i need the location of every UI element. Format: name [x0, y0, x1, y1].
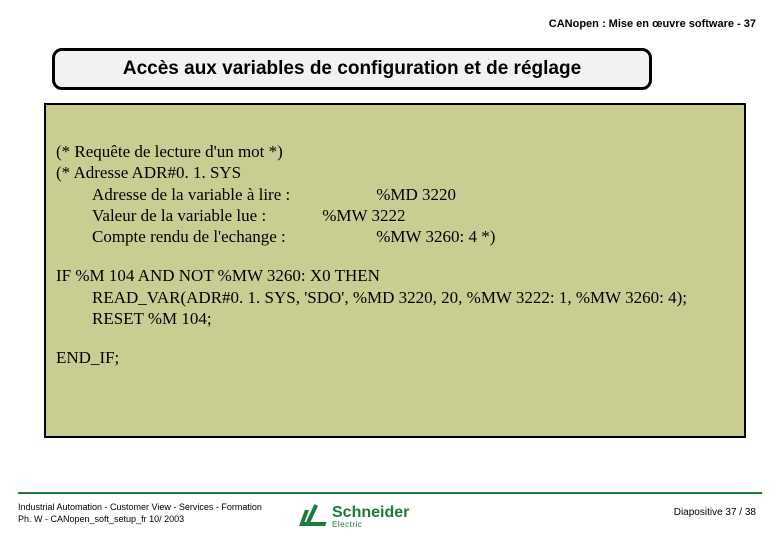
code-value: %MW 3222: [322, 206, 405, 225]
code-line: Valeur de la variable lue : %MW 3222: [56, 205, 734, 226]
code-line: Adresse de la variable à lire : %MD 3220: [56, 184, 734, 205]
slide-title: Accès aux variables de configuration et …: [123, 58, 581, 80]
code-line: (* Requête de lecture d'un mot *): [56, 141, 734, 162]
footer-left: Industrial Automation - Customer View - …: [18, 501, 262, 526]
code-line: (* Adresse ADR#0. 1. SYS: [56, 162, 734, 183]
code-value: %MW 3260: 4 *): [376, 227, 495, 246]
code-line: Compte rendu de l'echange : %MW 3260: 4 …: [56, 226, 734, 247]
footer-divider: [18, 492, 762, 494]
code-label: Adresse de la variable à lire :: [92, 184, 372, 205]
logo-sub: Electric: [332, 521, 409, 529]
code-label: Compte rendu de l'echange :: [92, 226, 372, 247]
footer-line2: Ph. W - CANopen_soft_setup_fr 10/ 2003: [18, 513, 262, 526]
code-readvar: READ_VAR(ADR#0. 1. SYS, 'SDO', %MD 3220,…: [56, 287, 734, 308]
code-endif: END_IF;: [56, 347, 734, 368]
code-block: (* Requête de lecture d'un mot *) (* Adr…: [44, 103, 746, 438]
schneider-logo: Schneider Electric: [300, 504, 480, 530]
slide-title-bar: Accès aux variables de configuration et …: [52, 48, 652, 90]
slide-counter: Diapositive 37 / 38: [674, 507, 756, 518]
code-value: %MD 3220: [376, 185, 456, 204]
schneider-logo-text: Schneider Electric: [332, 505, 409, 529]
header-breadcrumb: CANopen : Mise en œuvre software - 37: [549, 18, 756, 30]
code-label: Valeur de la variable lue :: [92, 205, 318, 226]
logo-main: Schneider: [332, 505, 409, 521]
footer-line1: Industrial Automation - Customer View - …: [18, 501, 262, 514]
code-reset: RESET %M 104;: [56, 308, 734, 329]
schneider-logo-icon: [300, 504, 326, 530]
code-if: IF %M 104 AND NOT %MW 3260: X0 THEN: [56, 265, 734, 286]
